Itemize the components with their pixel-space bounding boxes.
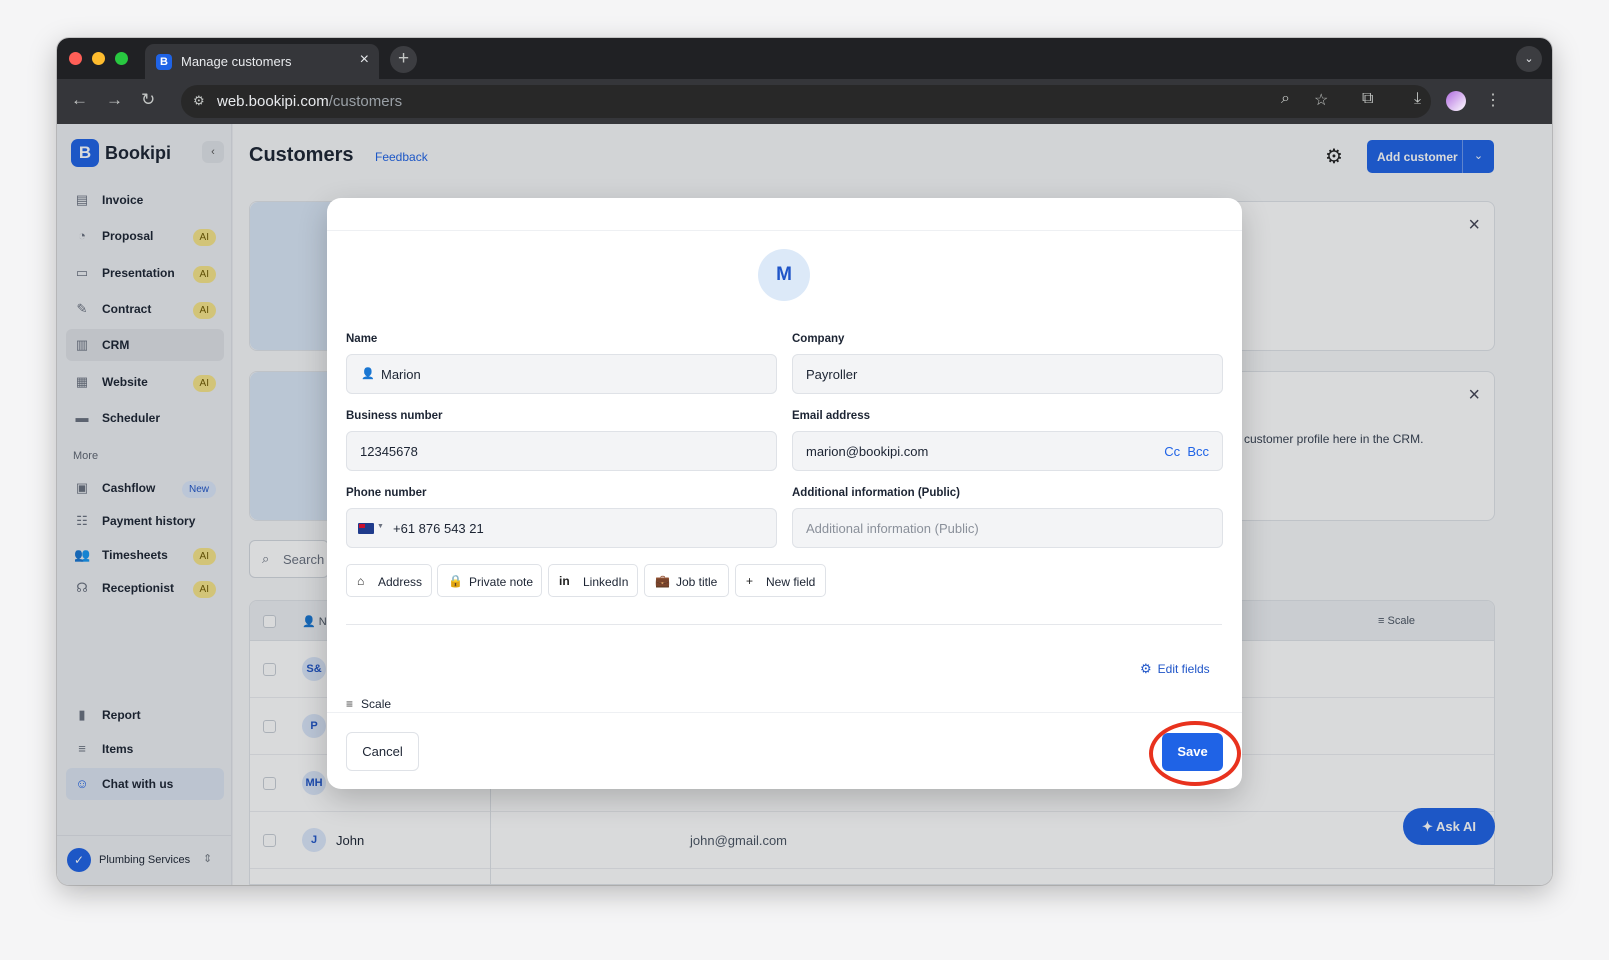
browser-menu-icon[interactable]: ⋮: [1485, 90, 1501, 110]
minimize-window-button[interactable]: [92, 52, 105, 65]
lock-icon: 🔒: [448, 574, 463, 588]
country-caret-icon[interactable]: ▼: [377, 523, 384, 530]
new-tab-button[interactable]: +: [390, 46, 417, 73]
bcc-link[interactable]: Bcc: [1187, 444, 1209, 459]
browser-toolbar: ← → ↻ ⚙ web.bookipi.com/customers ⌕ ☆ ⧉ …: [57, 79, 1552, 124]
address-bar[interactable]: ⚙ web.bookipi.com/customers: [181, 85, 1431, 118]
chip-label: Address: [378, 575, 423, 589]
additional-info-field[interactable]: Additional information (Public): [792, 508, 1223, 548]
cc-link[interactable]: Cc: [1164, 444, 1180, 459]
modal-top-divider: [327, 230, 1242, 231]
phone-value: +61 876 543 21: [393, 521, 484, 536]
download-icon[interactable]: ⤓: [1414, 90, 1421, 108]
tab-title: Manage customers: [181, 54, 292, 69]
customer-avatar[interactable]: M: [758, 249, 810, 301]
additional-info-placeholder: Additional information (Public): [806, 521, 979, 536]
forward-icon[interactable]: →: [106, 90, 123, 110]
url-path: /customers: [328, 93, 403, 110]
scale-label-text: Scale: [361, 697, 392, 711]
list-icon: ≡: [346, 697, 354, 711]
name-value: Marion: [381, 367, 421, 382]
url-text: web.bookipi.com/customers: [217, 93, 402, 110]
modal-footer-divider: [327, 712, 1242, 713]
cancel-button[interactable]: Cancel: [346, 732, 419, 771]
back-icon[interactable]: ←: [71, 90, 88, 110]
company-label: Company: [792, 333, 845, 345]
close-tab-icon[interactable]: ×: [360, 51, 369, 69]
business-number-label: Business number: [346, 410, 443, 422]
person-icon: 👤: [361, 368, 375, 380]
url-host: web.bookipi.com: [217, 93, 329, 110]
phone-field[interactable]: ▼ +61 876 543 21: [346, 508, 777, 548]
zoom-icon[interactable]: ⌕: [1281, 90, 1290, 108]
add-address-button[interactable]: ⌂ Address: [346, 564, 432, 597]
browser-titlebar: B Manage customers × + ⌄: [57, 38, 1552, 79]
home-icon: ⌂: [357, 574, 365, 588]
maximize-window-button[interactable]: [115, 52, 128, 65]
business-number-value: 12345678: [360, 444, 418, 459]
browser-tab[interactable]: B Manage customers ×: [145, 44, 379, 79]
email-value: marion@bookipi.com: [806, 444, 929, 459]
chip-label: New field: [766, 575, 816, 589]
phone-label: Phone number: [346, 487, 427, 499]
name-field[interactable]: 👤 Marion: [346, 354, 777, 394]
plus-icon: +: [746, 574, 754, 588]
additional-info-label: Additional information (Public): [792, 487, 961, 499]
briefcase-icon: 💼: [655, 574, 670, 588]
company-value: Payroller: [806, 367, 858, 382]
australia-flag-icon[interactable]: [358, 523, 374, 534]
gear-icon: ⚙: [1140, 661, 1152, 676]
add-job-title-button[interactable]: 💼 Job title: [644, 564, 729, 597]
customer-modal: M Name 👤 Marion Company Payroller Busine…: [327, 198, 1242, 789]
highlight-annotation-ring: [1149, 721, 1241, 786]
chip-label: LinkedIn: [583, 575, 629, 589]
cc-bcc-links: Cc Bcc: [1164, 444, 1209, 459]
company-field[interactable]: Payroller: [792, 354, 1223, 394]
chip-label: Private note: [469, 575, 534, 589]
reload-icon[interactable]: ↻: [141, 90, 155, 110]
add-private-note-button[interactable]: 🔒 Private note: [437, 564, 542, 597]
linkedin-icon: in: [559, 574, 570, 588]
add-linkedin-button[interactable]: in LinkedIn: [548, 564, 638, 597]
profile-avatar-icon[interactable]: [1446, 91, 1466, 111]
close-window-button[interactable]: [69, 52, 82, 65]
email-label: Email address: [792, 410, 870, 422]
site-settings-icon[interactable]: ⚙: [193, 93, 205, 109]
bookmark-star-icon[interactable]: ☆: [1314, 90, 1328, 110]
bookipi-favicon-icon: B: [156, 54, 172, 70]
email-field[interactable]: marion@bookipi.com Cc Bcc: [792, 431, 1223, 471]
chip-label: Job title: [676, 575, 718, 589]
add-new-field-button[interactable]: + New field: [735, 564, 826, 597]
section-divider: [346, 624, 1222, 625]
name-label: Name: [346, 333, 378, 345]
scale-field-label: ≡ Scale: [346, 697, 391, 711]
extensions-icon[interactable]: ⧉: [1362, 90, 1373, 108]
business-number-field[interactable]: 12345678: [346, 431, 777, 471]
tab-search-chevron-icon[interactable]: ⌄: [1516, 46, 1542, 72]
edit-fields-button[interactable]: ⚙ Edit fields: [1140, 661, 1210, 677]
edit-fields-label: Edit fields: [1157, 662, 1210, 676]
